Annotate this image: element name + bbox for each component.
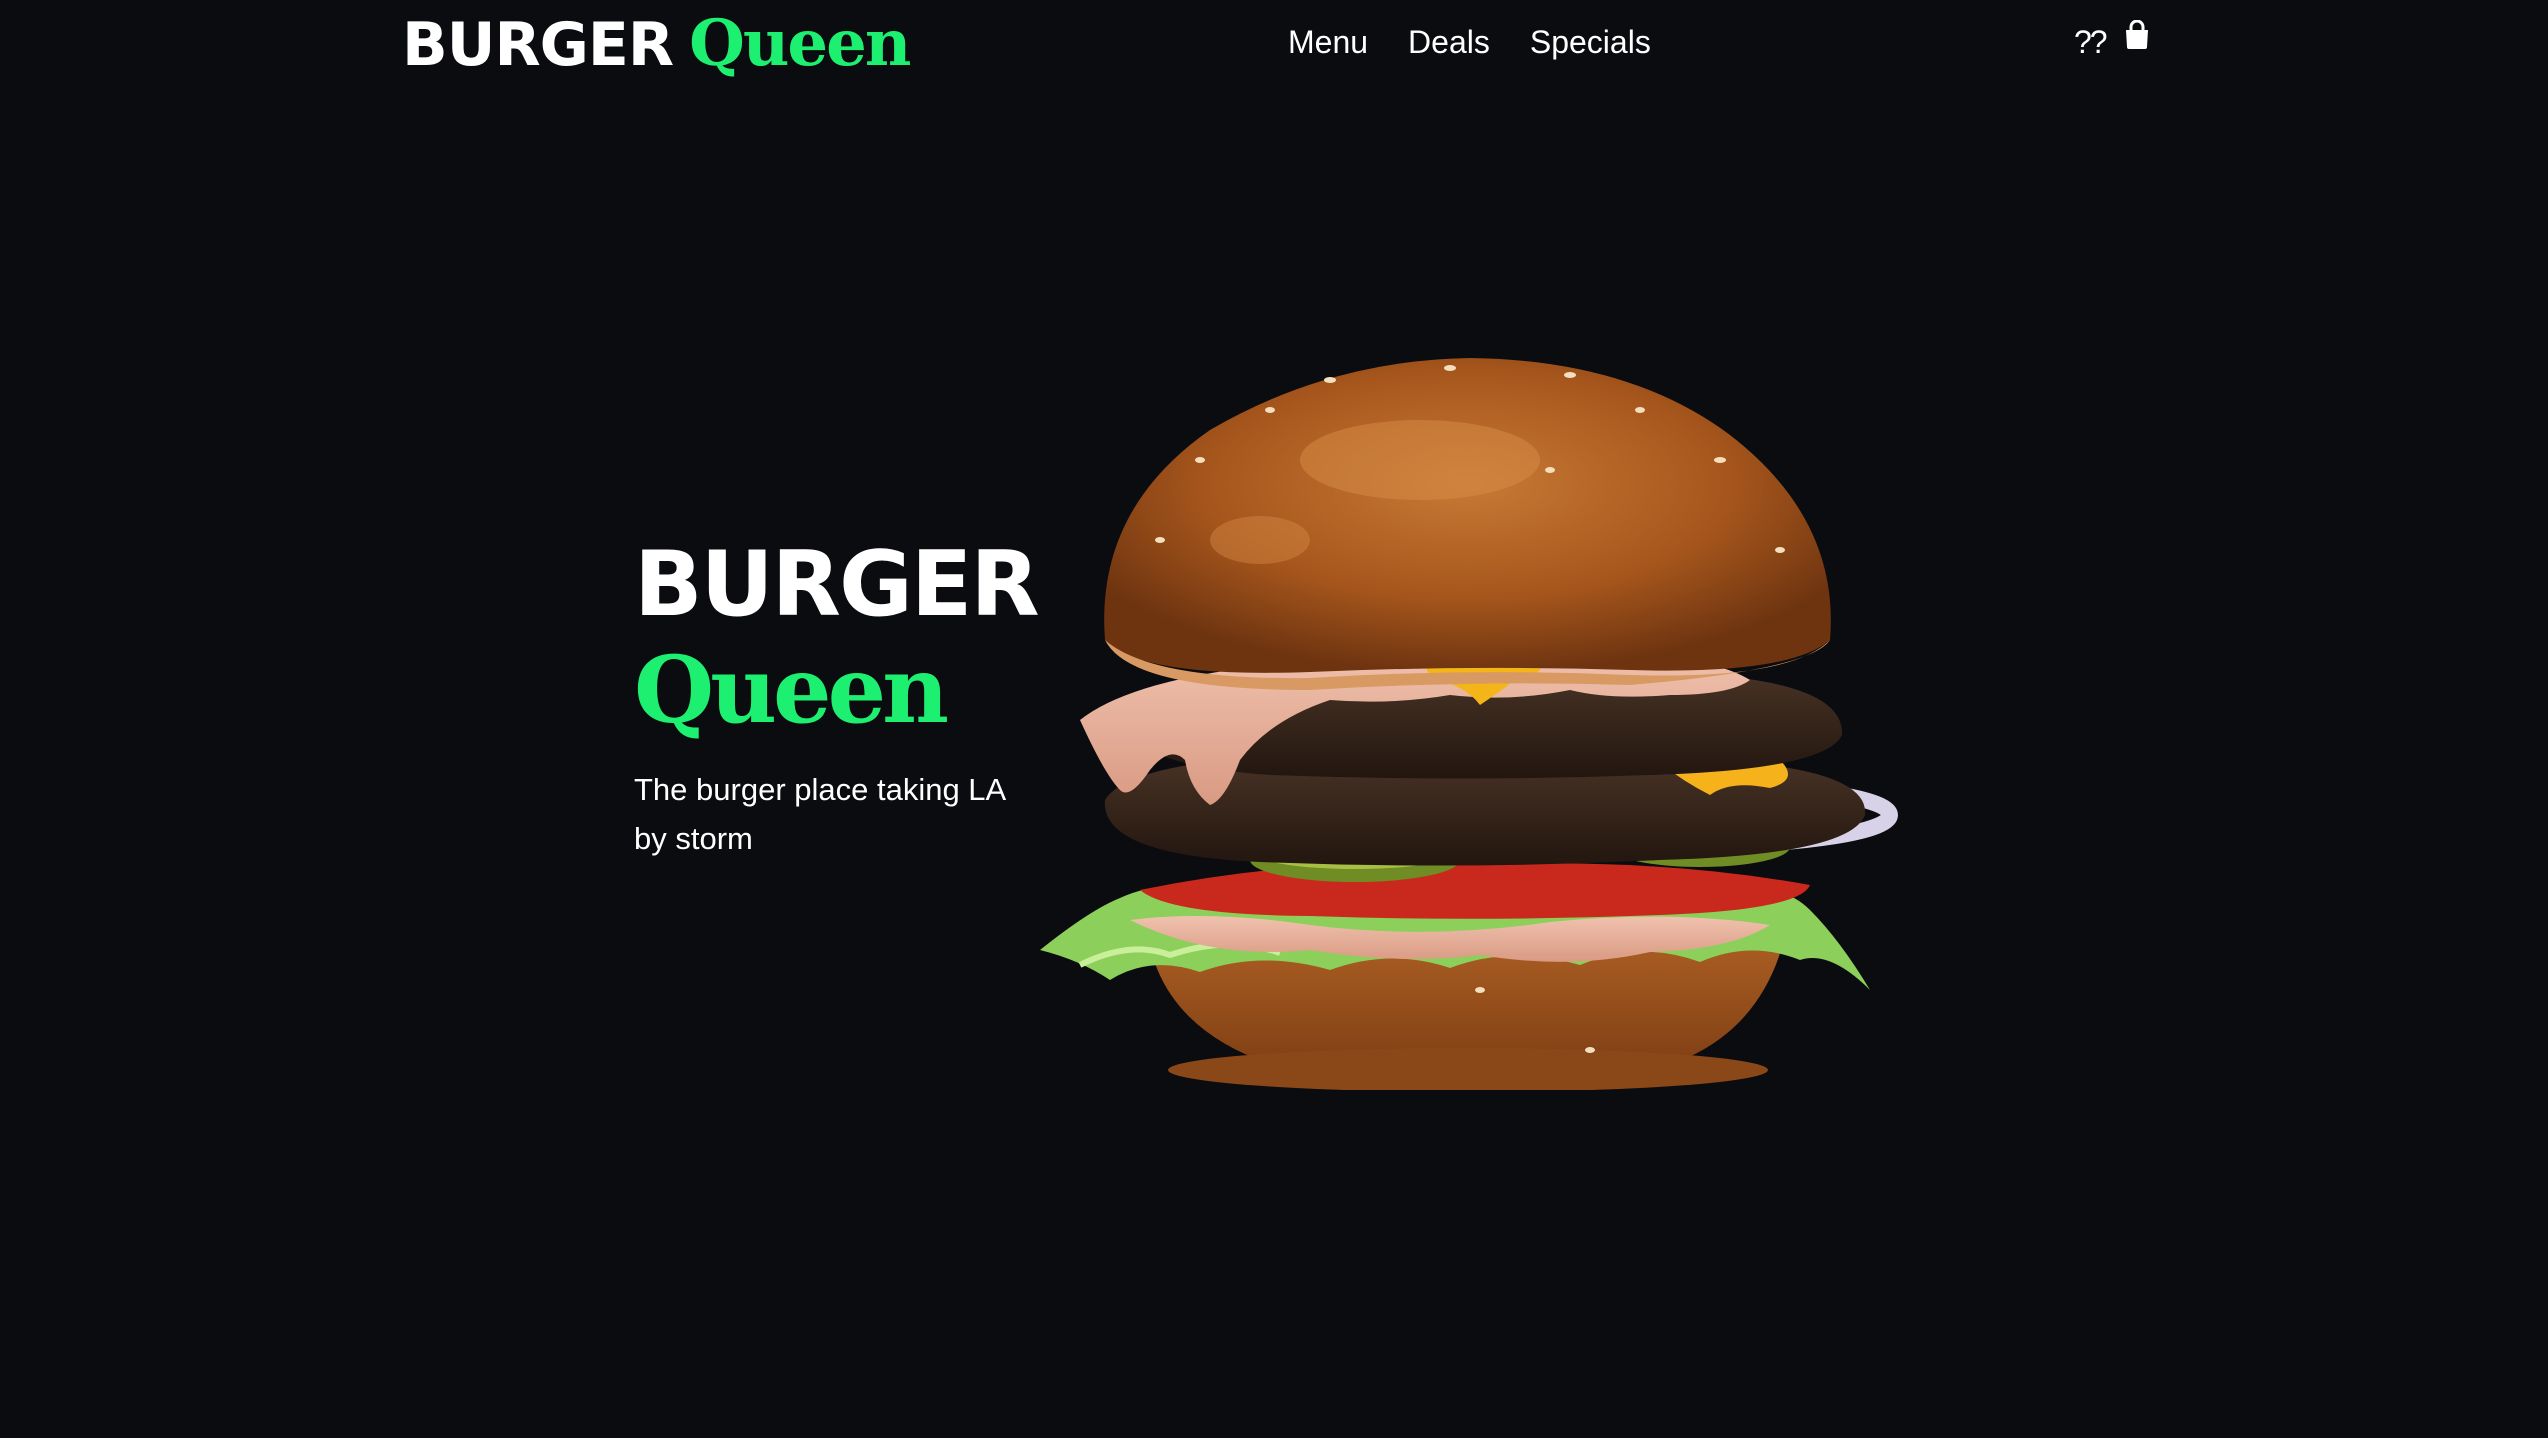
site-logo[interactable]: BURGER Queen (402, 6, 911, 86)
nav-link-deals[interactable]: Deals (1408, 18, 1490, 66)
page: BURGER Queen Menu Deals Specials ?? BURG… (0, 0, 2548, 1438)
burger-image (1040, 358, 1898, 1090)
shopping-bag-icon[interactable] (2124, 19, 2150, 50)
hero-title-burger: BURGER (634, 532, 1040, 637)
logo-word-queen: Queen (689, 6, 911, 81)
help-icon[interactable]: ?? (2074, 18, 2108, 66)
hero-title-queen: Queen (634, 636, 949, 744)
nav-link-menu[interactable]: Menu (1288, 18, 1368, 66)
main-nav: Menu Deals Specials (1288, 18, 1651, 66)
hero-tagline: The burger place taking LA by storm (634, 772, 1005, 856)
header-icons: ?? (2074, 18, 2150, 66)
logo-word-burger: BURGER (402, 10, 674, 80)
nav-link-specials[interactable]: Specials (1530, 18, 1651, 66)
hero-text: BURGER Queen The burger place taking LA … (634, 535, 1054, 894)
